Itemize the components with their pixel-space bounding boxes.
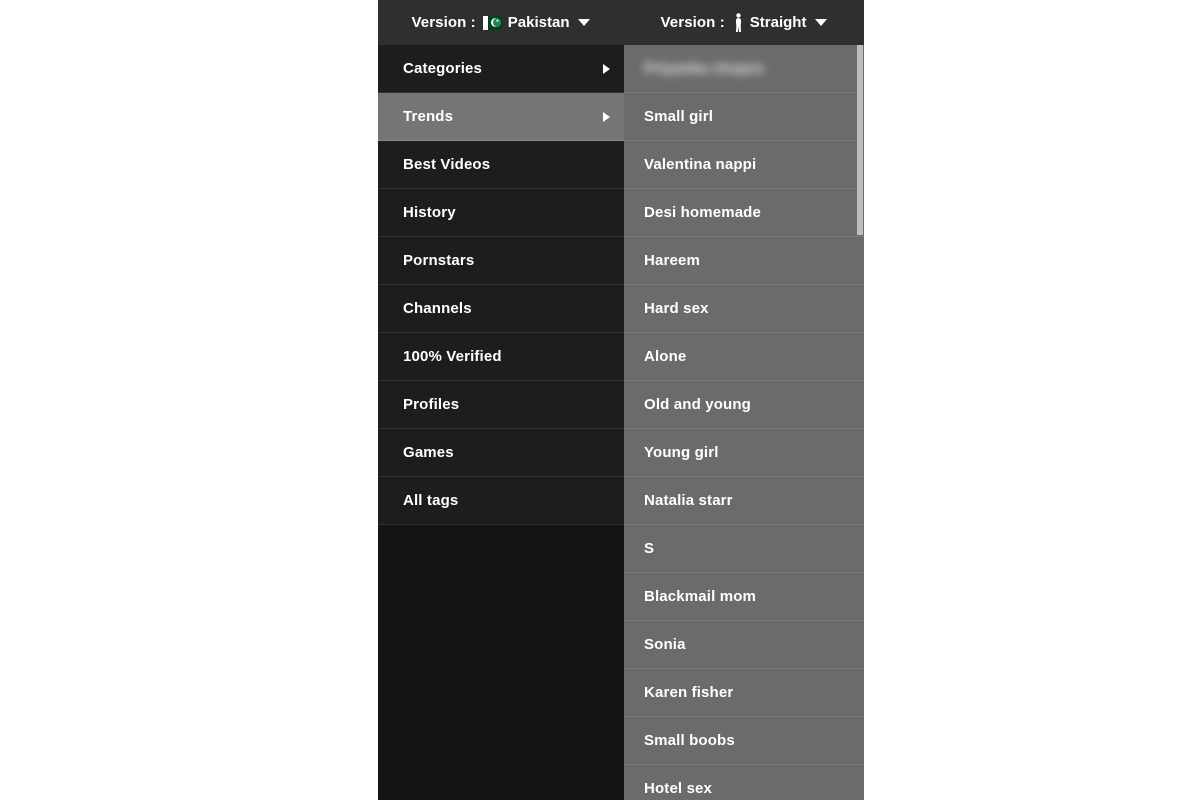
submenu-item-label: Alone (644, 348, 687, 365)
sidebar-item-best-videos[interactable]: Best Videos (378, 141, 624, 189)
submenu-item-label: Natalia starr (644, 492, 733, 509)
submenu-item-label: Hareem (644, 252, 700, 269)
submenu-item[interactable]: Hareem (624, 237, 864, 285)
submenu-item-label: Young girl (644, 444, 719, 461)
orientation-version-value: Straight (749, 14, 807, 31)
submenu-item[interactable]: Priyanka chopra (624, 45, 864, 93)
submenu-scrollbar-thumb[interactable] (857, 45, 863, 235)
sidebar-item-label: All tags (403, 492, 459, 509)
sidebar-item-history[interactable]: History (378, 189, 624, 237)
submenu-scrollbar[interactable] (856, 45, 864, 800)
chevron-right-icon (603, 63, 610, 74)
region-version-value: Pakistan (507, 14, 570, 31)
submenu-item-label: Desi homemade (644, 204, 761, 221)
submenu-item[interactable]: Sonia (624, 621, 864, 669)
submenu-item-label: Old and young (644, 396, 751, 413)
submenu-item[interactable]: Hotel sex (624, 765, 864, 800)
submenu-item[interactable]: Young girl (624, 429, 864, 477)
main-navigation-sidebar: Categories Trends Best Videos History Pornst… (378, 45, 624, 800)
sidebar-item-trends[interactable]: Trends (378, 93, 624, 141)
pakistan-flag-icon (482, 15, 502, 30)
submenu-item[interactable]: Valentina nappi (624, 141, 864, 189)
chevron-down-icon (815, 19, 828, 26)
sidebar-item-label: Channels (403, 300, 472, 317)
sidebar-item-label: Pornstars (403, 252, 475, 269)
sidebar-item-label: Categories (403, 60, 483, 77)
submenu-item[interactable]: Blackmail mom (624, 573, 864, 621)
submenu-item[interactable]: Karen fisher (624, 669, 864, 717)
region-version-label: Version : (411, 14, 476, 31)
region-version-selector[interactable]: Version : Pakistan (378, 0, 624, 45)
submenu-item-label: Valentina nappi (644, 156, 757, 173)
sidebar-item-label: Trends (403, 108, 454, 125)
sidebar-item-label: Profiles (403, 396, 460, 413)
sidebar-item-profiles[interactable]: Profiles (378, 381, 624, 429)
submenu-item[interactable]: Alone (624, 333, 864, 381)
sidebar-item-100-verified[interactable]: 100% Verified (378, 333, 624, 381)
submenu-item-label: Karen fisher (644, 684, 734, 701)
submenu-item-label: Small girl (644, 108, 714, 125)
submenu-item-label: S (644, 540, 655, 557)
app-root: Version : Pakistan Version : Straight Ca… (0, 0, 1200, 800)
chevron-down-icon (578, 19, 591, 26)
sidebar-item-pornstars[interactable]: Pornstars (378, 237, 624, 285)
submenu-item[interactable]: Small girl (624, 93, 864, 141)
orientation-version-selector[interactable]: Version : Straight (624, 0, 864, 45)
submenu-item-label: Blackmail mom (644, 588, 756, 605)
sidebar-item-label: History (403, 204, 456, 221)
sidebar-item-label: Games (403, 444, 454, 461)
orientation-version-label: Version : (660, 14, 725, 31)
submenu-item-label: Hard sex (644, 300, 709, 317)
submenu-item[interactable]: Small boobs (624, 717, 864, 765)
submenu-item-label: Small boobs (644, 732, 735, 749)
sidebar-item-games[interactable]: Games (378, 429, 624, 477)
sidebar-item-categories[interactable]: Categories (378, 45, 624, 93)
top-header-bar: Version : Pakistan Version : Straight (378, 0, 864, 45)
submenu-item[interactable]: Old and young (624, 381, 864, 429)
sidebar-item-label: 100% Verified (403, 348, 502, 365)
submenu-item-label: Priyanka chopra (644, 60, 763, 77)
sidebar-item-label: Best Videos (403, 156, 491, 173)
sidebar-empty-area (378, 525, 624, 790)
submenu-item-label: Sonia (644, 636, 686, 653)
sidebar-item-channels[interactable]: Channels (378, 285, 624, 333)
chevron-right-icon (603, 111, 610, 122)
person-figure-icon (735, 13, 741, 32)
trends-submenu-panel: Priyanka chopra Small girl Valentina nappi… (624, 45, 864, 800)
submenu-item[interactable]: Hard sex (624, 285, 864, 333)
submenu-item[interactable]: Desi homemade (624, 189, 864, 237)
sidebar-item-all-tags[interactable]: All tags (378, 477, 624, 525)
submenu-item[interactable]: S (624, 525, 864, 573)
submenu-item[interactable]: Natalia starr (624, 477, 864, 525)
submenu-item-label: Hotel sex (644, 780, 713, 797)
